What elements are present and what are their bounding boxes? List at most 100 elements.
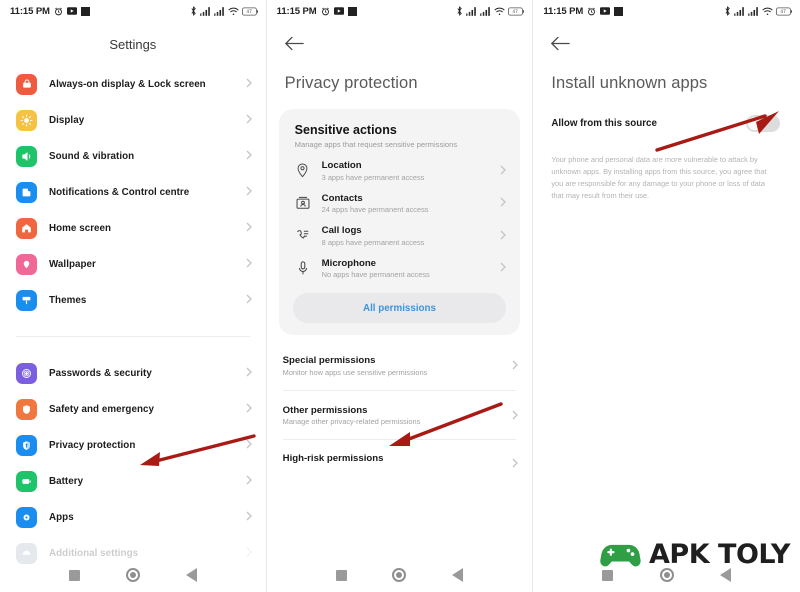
card-row-contacts[interactable]: Contacts 24 apps have permanent access <box>279 182 521 214</box>
square-icon[interactable] <box>602 569 614 581</box>
triangle-back-icon[interactable] <box>452 568 464 582</box>
row-title: High-risk permissions <box>282 453 384 464</box>
sidebar-item-apps[interactable]: Apps <box>0 499 266 535</box>
settings-list-group-2: Passwords & security Safety and emergenc… <box>0 355 266 571</box>
sidebar-item-always-on-display[interactable]: Always-on display & Lock screen <box>0 66 266 102</box>
sidebar-item-label: Display <box>49 114 85 126</box>
alarm-icon <box>54 7 63 16</box>
sidebar-item-label: Apps <box>49 511 74 523</box>
row-title: Call logs <box>321 225 362 236</box>
triangle-back-icon[interactable] <box>719 568 731 582</box>
list-item-high-risk-permissions[interactable]: High-risk permissions <box>267 440 533 473</box>
status-bar: 11:15 PM 47 <box>533 0 800 22</box>
card-row-text: Call logs 8 apps have permanent access <box>322 225 490 247</box>
back-button[interactable] <box>267 22 533 56</box>
status-bar-left: 11:15 PM <box>10 6 90 17</box>
warning-description: Your phone and personal data are more vu… <box>551 155 767 200</box>
row-subtitle: 3 apps have permanent access <box>321 172 425 182</box>
wallpaper-icon <box>16 253 37 275</box>
card-subheading: Manage apps that request sensitive permi… <box>294 140 458 149</box>
themes-icon <box>16 289 37 311</box>
chevron-right-icon <box>500 259 507 277</box>
sidebar-item-label: Themes <box>49 294 87 306</box>
battery-saver-icon <box>80 6 90 16</box>
chevron-right-icon <box>246 219 252 237</box>
back-button[interactable] <box>533 22 800 56</box>
battery-icon <box>16 470 37 492</box>
list-group-gap <box>0 318 266 336</box>
circle-icon[interactable] <box>659 568 674 582</box>
sidebar-item-home-screen[interactable]: Home screen <box>0 210 266 246</box>
screen-record-icon <box>66 7 77 15</box>
row-subtitle: Monitor how apps use sensitive permissio… <box>282 367 428 377</box>
status-bar-left: 11:15 PM <box>277 6 357 17</box>
battery-icon: 47 <box>508 7 525 16</box>
alarm-icon <box>321 7 330 16</box>
location-pin-icon <box>295 163 311 178</box>
toggle-knob <box>748 117 762 130</box>
card-row-call-logs[interactable]: Call logs 8 apps have permanent access <box>279 214 521 247</box>
card-row-text: Microphone No apps have permanent access <box>322 258 490 280</box>
svg-text:47: 47 <box>513 9 519 15</box>
list-item-text: High-risk permissions <box>283 453 505 464</box>
list-item-text: Special permissions Monitor how apps use… <box>283 355 505 377</box>
square-icon[interactable] <box>335 569 347 581</box>
list-item-other-permissions[interactable]: Other permissions Manage other privacy-r… <box>267 391 533 427</box>
all-permissions-button[interactable]: All permissions <box>292 293 507 323</box>
sidebar-item-themes[interactable]: Themes <box>0 282 266 318</box>
list-group-gap-2 <box>0 337 266 355</box>
sidebar-item-notifications[interactable]: Notifications & Control centre <box>0 174 266 210</box>
row-subtitle: 24 apps have permanent access <box>321 205 429 214</box>
chevron-right-icon <box>246 291 252 309</box>
notification-icon <box>16 181 37 203</box>
sidebar-item-privacy-protection[interactable]: Privacy protection <box>0 427 266 463</box>
status-time: 11:15 PM <box>276 5 317 17</box>
contacts-icon <box>295 196 311 210</box>
sidebar-item-passwords-security[interactable]: Passwords & security <box>0 355 266 391</box>
card-row-microphone[interactable]: Microphone No apps have permanent access <box>279 247 521 280</box>
chevron-right-icon <box>512 407 519 425</box>
sidebar-item-safety-emergency[interactable]: Safety and emergency <box>0 391 266 427</box>
arrow-left-icon <box>551 36 571 51</box>
card-row-location[interactable]: Location 3 apps have permanent access <box>279 149 521 182</box>
circle-icon[interactable] <box>125 568 140 582</box>
sidebar-item-label: Additional settings <box>49 547 139 559</box>
nav-bar <box>0 558 266 592</box>
allow-from-this-source-toggle[interactable] <box>745 115 780 132</box>
square-icon[interactable] <box>68 569 80 581</box>
sidebar-item-label: Home screen <box>49 222 112 234</box>
status-bar: 11:15 PM 47 <box>267 0 533 22</box>
microphone-icon <box>295 261 311 276</box>
signal-1-icon <box>466 6 477 16</box>
signal-1-icon <box>199 6 211 16</box>
nav-bar <box>533 558 800 592</box>
page-title: Settings <box>109 37 157 52</box>
page-title: Privacy protection <box>284 74 418 92</box>
row-title: Contacts <box>321 192 363 204</box>
sidebar-item-wallpaper[interactable]: Wallpaper <box>0 246 266 282</box>
row-title: Microphone <box>321 257 377 269</box>
sidebar-item-battery[interactable]: Battery <box>0 463 266 499</box>
bluetooth-icon <box>190 6 197 16</box>
sidebar-item-label: Always-on display & Lock screen <box>49 78 206 90</box>
bluetooth-icon <box>724 6 731 16</box>
list-item-text: Other permissions Manage other privacy-r… <box>283 405 505 427</box>
three-screenshot-strip: 11:15 PM 47 Settings Always-on display &… <box>0 0 800 592</box>
sidebar-item-display[interactable]: Display <box>0 102 266 138</box>
status-bar-right: 47 <box>190 6 258 16</box>
status-time: 11:15 PM <box>10 5 50 17</box>
chevron-right-icon <box>246 255 252 273</box>
status-bar-right: 47 <box>724 6 792 16</box>
list-item-special-permissions[interactable]: Special permissions Monitor how apps use… <box>267 341 533 377</box>
chevron-right-icon <box>246 147 252 165</box>
brightness-icon <box>16 109 37 131</box>
page-title: Install unknown apps <box>551 74 708 92</box>
allow-from-this-source-row[interactable]: Allow from this source <box>533 93 800 132</box>
circle-icon[interactable] <box>392 568 407 582</box>
sidebar-item-sound-vibration[interactable]: Sound & vibration <box>0 138 266 174</box>
chevron-right-icon <box>512 357 519 375</box>
sidebar-item-label: Passwords & security <box>49 367 152 379</box>
panel-settings: 11:15 PM 47 Settings Always-on display &… <box>0 0 267 592</box>
triangle-back-icon[interactable] <box>185 568 197 582</box>
chevron-right-icon <box>500 227 507 245</box>
